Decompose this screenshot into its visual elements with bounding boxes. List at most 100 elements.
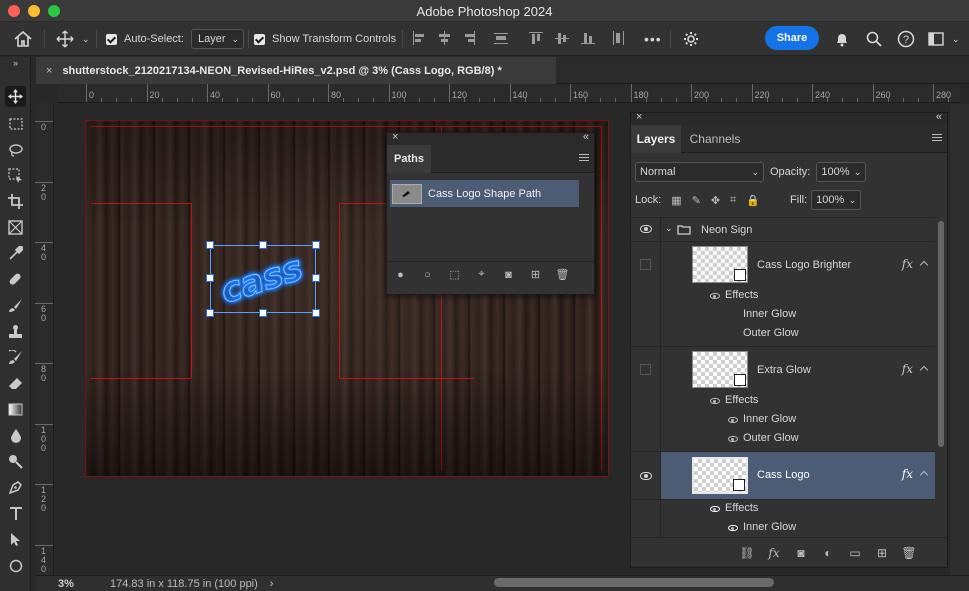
- blur-tool-icon[interactable]: [5, 425, 26, 446]
- auto-select-dropdown[interactable]: Layer ⌄: [191, 29, 245, 49]
- blend-mode-dropdown[interactable]: Normal ⌄: [635, 162, 764, 182]
- delete-layer-icon[interactable]: 🗑: [899, 546, 919, 560]
- effect-outer-glow[interactable]: Outer Glow: [743, 327, 799, 339]
- visibility-empty-box[interactable]: [640, 364, 651, 375]
- visibility-eye-icon[interactable]: [640, 225, 652, 233]
- zoom-level[interactable]: 3%: [58, 578, 98, 590]
- effect-inner-glow[interactable]: Inner Glow: [743, 521, 796, 533]
- path-item[interactable]: Cass Logo Shape Path: [390, 180, 579, 207]
- document-close-button[interactable]: ×: [46, 65, 52, 77]
- effect-eye-icon[interactable]: [728, 417, 738, 423]
- show-transform-checkbox[interactable]: [254, 33, 265, 45]
- status-menu-arrow[interactable]: ›: [270, 578, 274, 590]
- history-brush-tool-icon[interactable]: [5, 347, 26, 368]
- layer-group-row[interactable]: ⌄ Neon Sign: [631, 218, 935, 242]
- clone-stamp-tool-icon[interactable]: [5, 321, 26, 342]
- home-icon[interactable]: [14, 22, 32, 56]
- transform-handle[interactable]: [206, 241, 214, 249]
- move-tool-icon[interactable]: [5, 86, 26, 107]
- frame-tool-icon[interactable]: [5, 217, 26, 238]
- effect-eye-icon[interactable]: [728, 525, 738, 531]
- move-tool-icon[interactable]: [56, 22, 74, 56]
- lock-transparent-icon[interactable]: ▦: [671, 194, 681, 207]
- neon-logo[interactable]: cass cass: [210, 245, 316, 313]
- horizontal-ruler[interactable]: 0 20 40 60 80 100 120 140 160 180 200 220 240 260 280: [58, 84, 960, 103]
- lock-position-icon[interactable]: ✥: [711, 194, 720, 207]
- tab-layers[interactable]: Layers: [631, 125, 681, 153]
- panel-menu-icon[interactable]: [932, 134, 942, 141]
- new-path-icon[interactable]: ⊞: [522, 268, 549, 281]
- document-tab[interactable]: × shutterstock_2120217134-NEON_Revised-H…: [36, 57, 556, 84]
- gear-icon[interactable]: [683, 22, 699, 56]
- tab-channels[interactable]: Channels: [685, 125, 745, 153]
- fx-icon[interactable]: fx: [902, 257, 913, 271]
- paths-panel-close-button[interactable]: ×: [392, 131, 398, 143]
- transform-handle[interactable]: [206, 309, 214, 317]
- group-expand-chevron-icon[interactable]: ⌄: [665, 223, 673, 234]
- add-mask-icon[interactable]: ◙: [495, 269, 522, 281]
- gradient-tool-icon[interactable]: [5, 399, 26, 420]
- effect-inner-glow[interactable]: Inner Glow: [743, 308, 796, 320]
- auto-select-checkbox[interactable]: [106, 33, 117, 45]
- make-work-path-icon[interactable]: ⌖: [468, 268, 495, 281]
- opacity-input[interactable]: 100% ⌄: [816, 162, 867, 182]
- share-button[interactable]: Share: [765, 26, 819, 50]
- collapse-effects-icon[interactable]: [919, 470, 929, 480]
- transform-handle[interactable]: [312, 309, 320, 317]
- stroke-path-icon[interactable]: ○: [414, 269, 441, 281]
- paths-panel-collapse-button[interactable]: «: [583, 131, 589, 143]
- effect-outer-glow[interactable]: Outer Glow: [743, 432, 799, 444]
- distribute-vertical-icon[interactable]: [611, 31, 625, 45]
- fill-input[interactable]: 100% ⌄: [811, 190, 862, 210]
- tab-paths[interactable]: Paths: [387, 145, 431, 173]
- layer-row-selected[interactable]: Cass Logo fx: [631, 452, 935, 500]
- horizontal-scrollbar[interactable]: [494, 578, 774, 587]
- help-icon[interactable]: ?: [897, 22, 915, 56]
- add-layer-style-icon[interactable]: fx: [764, 546, 784, 560]
- transform-handle[interactable]: [312, 241, 320, 249]
- effects-eye-icon[interactable]: [710, 398, 720, 404]
- layer-row[interactable]: Extra Glow fx Effects Inner Glow Outer G…: [631, 347, 935, 452]
- shape-tool-icon[interactable]: [5, 555, 26, 576]
- align-top-edges-icon[interactable]: [529, 31, 543, 45]
- visibility-eye-icon[interactable]: [640, 472, 652, 480]
- add-mask-icon[interactable]: ◙: [791, 546, 811, 560]
- brush-tool-icon[interactable]: [5, 295, 26, 316]
- effect-inner-glow[interactable]: Inner Glow: [743, 413, 796, 425]
- search-icon[interactable]: [866, 22, 882, 56]
- distribute-horizontal-icon[interactable]: [494, 31, 508, 45]
- align-horizontal-centers-icon[interactable]: [437, 31, 451, 45]
- effect-eye-icon[interactable]: [728, 436, 738, 442]
- adjustment-layer-icon[interactable]: ◐: [818, 546, 838, 560]
- align-left-edges-icon[interactable]: [412, 31, 426, 45]
- type-tool-icon[interactable]: [5, 503, 26, 524]
- panel-menu-icon[interactable]: [579, 154, 589, 161]
- workspace-icon[interactable]: [928, 22, 944, 56]
- lock-all-icon[interactable]: 🔒: [746, 194, 760, 207]
- lock-artboard-icon[interactable]: ⌗: [730, 194, 736, 207]
- pen-tool-icon[interactable]: [5, 477, 26, 498]
- layers-scrollbar[interactable]: [937, 217, 945, 537]
- fx-icon[interactable]: fx: [902, 467, 913, 481]
- transform-handle[interactable]: [206, 274, 214, 282]
- eyedropper-tool-icon[interactable]: [5, 243, 26, 264]
- load-selection-icon[interactable]: ⬚: [441, 268, 468, 281]
- collapse-effects-icon[interactable]: [919, 260, 929, 270]
- notifications-bell-icon[interactable]: [834, 22, 850, 56]
- transform-handle[interactable]: [259, 241, 267, 249]
- dodge-tool-icon[interactable]: [5, 451, 26, 472]
- toolbar-collapse-icon[interactable]: »: [5, 58, 26, 68]
- link-layers-icon[interactable]: ⛓: [737, 546, 757, 560]
- eraser-tool-icon[interactable]: [5, 373, 26, 394]
- fx-icon[interactable]: fx: [902, 362, 913, 376]
- layers-panel-close-button[interactable]: ×: [636, 111, 642, 123]
- crop-tool-icon[interactable]: [5, 191, 26, 212]
- path-selection-tool-icon[interactable]: [5, 529, 26, 550]
- vertical-ruler[interactable]: 0 20 40 60 80 100 120 140: [35, 103, 54, 575]
- effects-eye-icon[interactable]: [710, 506, 720, 512]
- workspace-chevron-icon[interactable]: ⌄: [952, 22, 960, 56]
- marquee-tool-icon[interactable]: [5, 113, 26, 134]
- align-vertical-centers-icon[interactable]: [555, 31, 569, 45]
- healing-brush-tool-icon[interactable]: [5, 269, 26, 290]
- lasso-tool-icon[interactable]: [5, 139, 26, 160]
